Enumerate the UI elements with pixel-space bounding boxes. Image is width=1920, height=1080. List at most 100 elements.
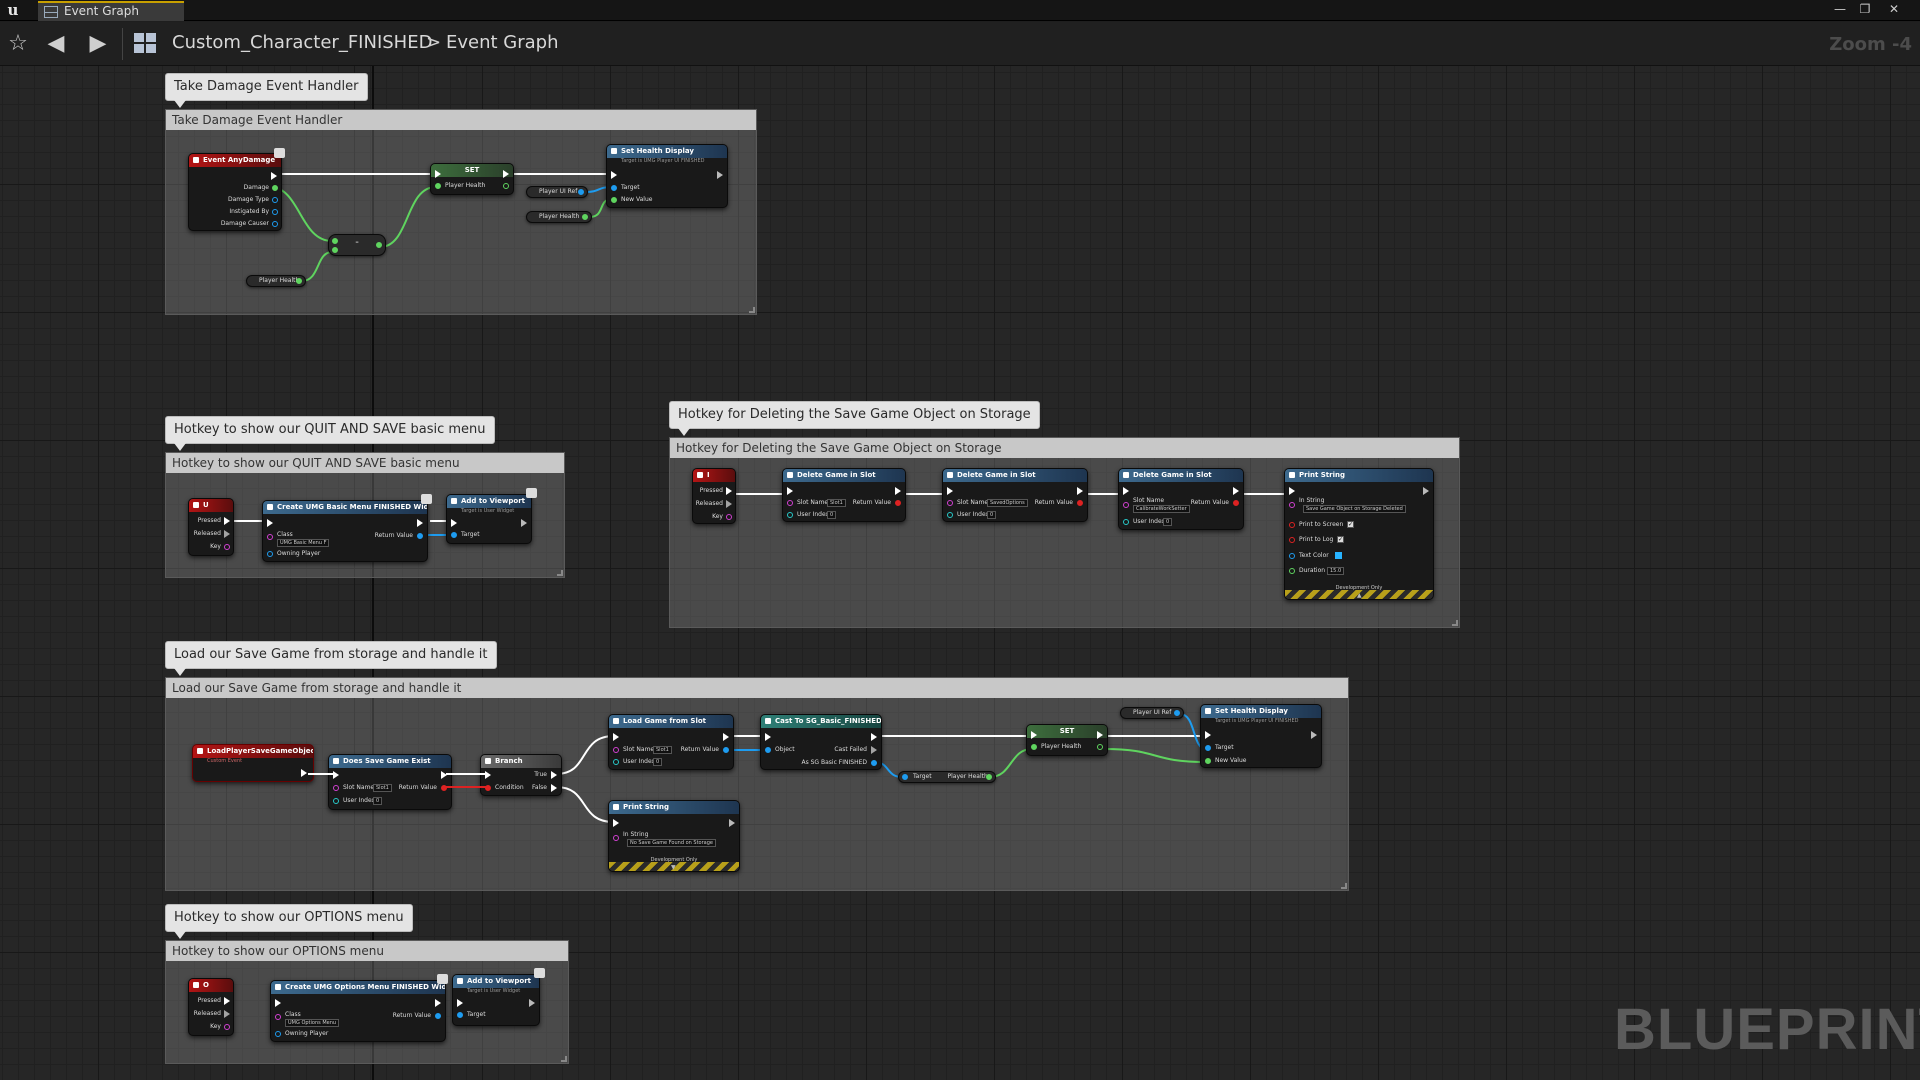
- delete-game-in-slot-node[interactable]: Delete Game in Slot Slot Name SavedOptio…: [942, 468, 1088, 522]
- int-in-pin[interactable]: [787, 512, 793, 518]
- get-player-health-node[interactable]: Player Health: [246, 275, 306, 287]
- object-in-pin[interactable]: [451, 532, 457, 538]
- object-in-pin[interactable]: [275, 1031, 281, 1037]
- object-out-pin[interactable]: [578, 189, 584, 195]
- exec-in-pin[interactable]: [1289, 487, 1295, 495]
- object-in-pin[interactable]: [902, 774, 908, 780]
- text-color-swatch[interactable]: [1335, 552, 1342, 559]
- float-in-pin[interactable]: [1205, 758, 1211, 764]
- bool-out-pin[interactable]: [1233, 500, 1239, 506]
- key-u-event-node[interactable]: U Pressed Released Key: [188, 498, 234, 556]
- color-in-pin[interactable]: [1289, 553, 1295, 559]
- exec-out-pin[interactable]: [503, 170, 509, 178]
- expand-arrow-icon[interactable]: ▼: [671, 864, 676, 871]
- float-out-pin[interactable]: [296, 278, 302, 284]
- exec-out-true-pin[interactable]: [551, 771, 557, 779]
- float-out-pin[interactable]: [376, 242, 382, 248]
- float-out-pin[interactable]: [582, 214, 588, 220]
- set-player-health-node[interactable]: SET Player Health: [1026, 724, 1108, 756]
- slot-name-input[interactable]: Slot1: [827, 499, 846, 507]
- exec-out-pin[interactable]: [1077, 487, 1083, 495]
- exec-in-pin[interactable]: [1031, 731, 1037, 739]
- close-button[interactable]: ✕: [1882, 1, 1906, 17]
- restore-button[interactable]: ❐: [1853, 1, 1877, 17]
- exec-in-pin[interactable]: [1205, 731, 1211, 739]
- user-index-input[interactable]: 0: [827, 511, 837, 519]
- exec-out-pin[interactable]: [729, 819, 735, 827]
- exec-out-pin[interactable]: [441, 771, 447, 779]
- exec-out-pin[interactable]: [723, 733, 729, 741]
- add-to-viewport-node[interactable]: Add to Viewport Target is User Widget Ta…: [452, 974, 540, 1026]
- exec-in-pin[interactable]: [435, 170, 441, 178]
- object-out-pin[interactable]: [272, 197, 278, 203]
- tab-event-graph[interactable]: Event Graph: [38, 1, 184, 21]
- exec-out-pin[interactable]: [895, 487, 901, 495]
- int-in-pin[interactable]: [613, 759, 619, 765]
- back-arrow-icon[interactable]: ◀: [42, 30, 70, 58]
- exec-out-pin[interactable]: [1423, 487, 1429, 495]
- float-in-pin[interactable]: [1031, 744, 1037, 750]
- object-out-pin[interactable]: [1174, 710, 1180, 716]
- exec-out-pin[interactable]: [271, 172, 277, 180]
- set-health-display-node[interactable]: Set Health Display Target is UMG Player …: [606, 144, 728, 208]
- int-in-pin[interactable]: [1123, 519, 1129, 525]
- in-string-input[interactable]: Save Game Object on Storage Deleted: [1303, 505, 1406, 513]
- exec-out-pin[interactable]: [224, 1010, 230, 1018]
- does-save-game-exist-node[interactable]: Does Save Game Exist Slot Name Slot1 Ret…: [328, 754, 452, 810]
- get-player-health-node[interactable]: Player Health: [526, 211, 592, 223]
- struct-out-pin[interactable]: [224, 544, 230, 550]
- user-index-input[interactable]: 0: [1163, 518, 1173, 526]
- event-any-damage-node[interactable]: Event AnyDamage Damage Damage Type Insti…: [188, 153, 282, 231]
- string-in-pin[interactable]: [787, 500, 793, 506]
- exec-out-pin[interactable]: [1233, 487, 1239, 495]
- subtract-node[interactable]: -: [328, 234, 386, 256]
- int-in-pin[interactable]: [947, 512, 953, 518]
- class-select[interactable]: UMG Options Menu: [285, 1019, 340, 1027]
- add-to-viewport-node[interactable]: Add to Viewport Target is User Widget Ta…: [446, 494, 532, 544]
- key-i-event-node[interactable]: I Pressed Released Key: [692, 468, 736, 524]
- user-index-input[interactable]: 0: [373, 797, 383, 805]
- exec-out-false-pin[interactable]: [551, 784, 557, 792]
- float-out-pin[interactable]: [503, 183, 509, 189]
- object-out-pin[interactable]: [435, 1013, 441, 1019]
- object-in-pin[interactable]: [1205, 745, 1211, 751]
- string-in-pin[interactable]: [333, 785, 339, 791]
- branch-node[interactable]: Branch True Condition False: [480, 754, 562, 796]
- bool-in-pin[interactable]: [485, 785, 491, 791]
- set-health-display-node[interactable]: Set Health Display Target is UMG Player …: [1200, 704, 1322, 768]
- float-out-pin[interactable]: [272, 185, 278, 191]
- object-in-pin[interactable]: [267, 551, 273, 557]
- delete-game-in-slot-node[interactable]: Delete Game in Slot Slot Name CalibrateW…: [1118, 468, 1244, 530]
- load-player-save-event-node[interactable]: LoadPlayerSaveGameObject Custom Event: [192, 744, 314, 782]
- collapse-arrow-icon[interactable]: ▲: [1357, 592, 1362, 599]
- favorite-star-icon[interactable]: ☆: [4, 30, 32, 58]
- string-in-pin[interactable]: [613, 835, 619, 841]
- object-in-pin[interactable]: [457, 1012, 463, 1018]
- exec-in-pin[interactable]: [765, 733, 771, 741]
- float-in-pin[interactable]: [611, 197, 617, 203]
- exec-out-pin[interactable]: [1311, 731, 1317, 739]
- bool-out-pin[interactable]: [441, 785, 447, 791]
- delete-game-in-slot-node[interactable]: Delete Game in Slot Slot Name Slot1 Retu…: [782, 468, 906, 522]
- get-player-ui-ref-node[interactable]: Player UI Ref: [1120, 707, 1184, 719]
- breadcrumb-blueprint[interactable]: Custom_Character_FINISHED: [172, 32, 432, 53]
- exec-in-pin[interactable]: [1123, 487, 1129, 495]
- exec-out-pin[interactable]: [521, 519, 527, 527]
- exec-in-pin[interactable]: [333, 771, 339, 779]
- user-index-input[interactable]: 0: [987, 511, 997, 519]
- exec-out-pin[interactable]: [871, 733, 877, 741]
- exec-out-pin[interactable]: [717, 171, 723, 179]
- object-out-pin[interactable]: [417, 533, 423, 539]
- exec-out-pin[interactable]: [529, 999, 535, 1007]
- string-in-pin[interactable]: [1289, 502, 1295, 508]
- exec-in-pin[interactable]: [947, 487, 953, 495]
- exec-in-pin[interactable]: [787, 487, 793, 495]
- get-player-ui-ref-node[interactable]: Player UI Ref: [526, 186, 588, 198]
- slot-name-input[interactable]: SavedOptions: [987, 499, 1028, 507]
- string-in-pin[interactable]: [947, 500, 953, 506]
- slot-name-input[interactable]: Slot1: [653, 746, 672, 754]
- bool-in-pin[interactable]: [1289, 522, 1295, 528]
- float-in-pin[interactable]: [332, 238, 338, 244]
- in-string-input[interactable]: No Save Game Found on Storage: [627, 839, 716, 847]
- float-in-pin[interactable]: [332, 247, 338, 253]
